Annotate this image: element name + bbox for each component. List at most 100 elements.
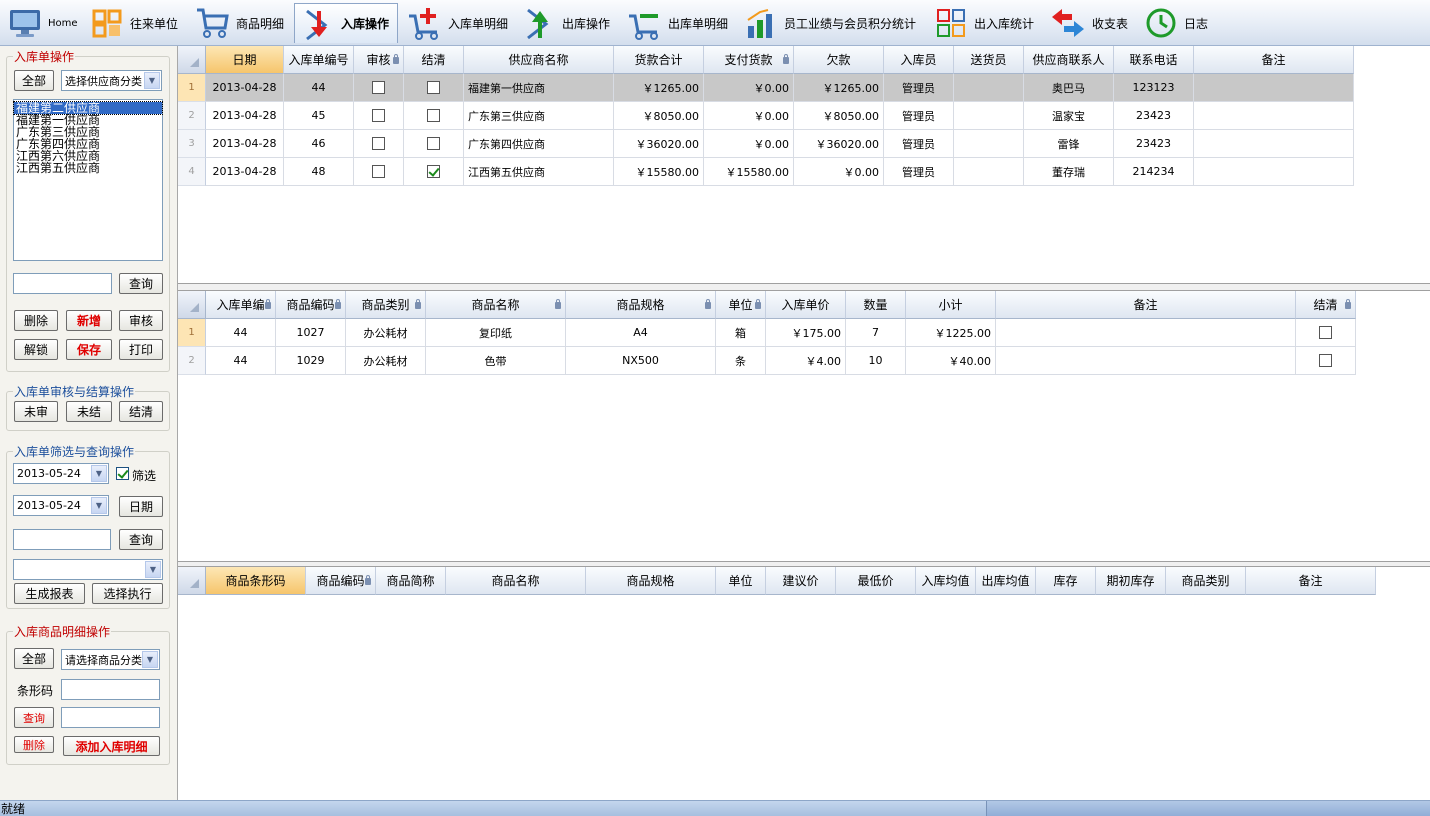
unlock-order-button[interactable]: 解锁 bbox=[14, 339, 58, 360]
cell-price[interactable]: ￥175.00 bbox=[766, 319, 846, 347]
column-header[interactable]: 库存 bbox=[1036, 567, 1096, 595]
column-header[interactable]: 入库均值 bbox=[916, 567, 976, 595]
goods-query-button[interactable]: 查询 bbox=[14, 707, 54, 728]
cell-settled[interactable] bbox=[1296, 347, 1356, 375]
column-header[interactable]: 商品名称 bbox=[426, 291, 566, 319]
toolbar-home-button[interactable]: Home bbox=[4, 3, 82, 43]
cell-audit[interactable] bbox=[354, 74, 404, 102]
row-number[interactable]: 1 bbox=[178, 74, 206, 102]
column-header[interactable]: 商品简称 bbox=[376, 567, 446, 595]
cell-owed[interactable]: ￥1265.00 bbox=[794, 74, 884, 102]
execute-selection-button[interactable]: 选择执行 bbox=[92, 583, 163, 604]
supplier-query-button[interactable]: 查询 bbox=[119, 273, 163, 294]
column-header[interactable]: 入库单编号 bbox=[284, 46, 354, 74]
column-header[interactable]: 欠款 bbox=[794, 46, 884, 74]
checkbox[interactable] bbox=[427, 81, 440, 94]
row-number[interactable]: 3 bbox=[178, 130, 206, 158]
cell-supplier[interactable]: 广东第三供应商 bbox=[464, 102, 614, 130]
cell-contact[interactable]: 董存瑞 bbox=[1024, 158, 1114, 186]
column-header[interactable]: 数量 bbox=[846, 291, 906, 319]
cell-spec[interactable]: NX500 bbox=[566, 347, 716, 375]
column-header[interactable]: 备注 bbox=[1246, 567, 1376, 595]
cell-qty[interactable]: 7 bbox=[846, 319, 906, 347]
column-header[interactable]: 供应商联系人 bbox=[1024, 46, 1114, 74]
cell-supplier[interactable]: 福建第一供应商 bbox=[464, 74, 614, 102]
cell-total[interactable]: ￥8050.00 bbox=[614, 102, 704, 130]
toolbar-goods-button[interactable]: 商品明细 bbox=[190, 3, 288, 43]
cell-clerk[interactable]: 管理员 bbox=[884, 102, 954, 130]
delete-detail-button[interactable]: 删除 bbox=[14, 736, 54, 753]
column-header[interactable]: 送货员 bbox=[954, 46, 1024, 74]
cell-note[interactable] bbox=[1194, 102, 1354, 130]
date-button[interactable]: 日期 bbox=[119, 496, 163, 517]
cell-courier[interactable] bbox=[954, 158, 1024, 186]
barcode-input[interactable] bbox=[61, 679, 160, 700]
toolbar-stock-stats-button[interactable]: 出入库统计 bbox=[930, 3, 1038, 43]
column-header[interactable]: 结清 bbox=[1296, 291, 1356, 319]
toolbar-log-button[interactable]: 日志 bbox=[1140, 3, 1212, 43]
cell-settled[interactable] bbox=[404, 74, 464, 102]
toolbar-stock-out-button[interactable]: 出库操作 bbox=[516, 3, 614, 43]
cell-goods-code[interactable]: 1027 bbox=[276, 319, 346, 347]
filter-checkbox[interactable] bbox=[116, 467, 129, 480]
supplier-list[interactable]: 福建第二供应商 福建第一供应商 广东第三供应商 广东第四供应商 江西第六供应商 江西第五供… bbox=[13, 99, 163, 261]
toolbar-finance-button[interactable]: 收支表 bbox=[1046, 3, 1132, 43]
row-number[interactable]: 4 bbox=[178, 158, 206, 186]
cell-order-no[interactable]: 44 bbox=[284, 74, 354, 102]
cell-unit[interactable]: 条 bbox=[716, 347, 766, 375]
toolbar-stock-out-detail-button[interactable]: 出库单明细 bbox=[622, 3, 732, 43]
all-suppliers-button[interactable]: 全部 bbox=[14, 70, 54, 91]
column-header[interactable]: 入库单编 bbox=[206, 291, 276, 319]
save-order-button[interactable]: 保存 bbox=[66, 339, 112, 360]
supplier-search-input[interactable] bbox=[13, 273, 112, 294]
new-order-button[interactable]: 新增 bbox=[66, 310, 112, 331]
toolbar-performance-button[interactable]: 员工业绩与会员积分统计 bbox=[740, 3, 920, 43]
cell-owed[interactable]: ￥8050.00 bbox=[794, 102, 884, 130]
cell-courier[interactable] bbox=[954, 130, 1024, 158]
cell-contact[interactable]: 奥巴马 bbox=[1024, 74, 1114, 102]
cell-clerk[interactable]: 管理员 bbox=[884, 130, 954, 158]
cell-spec[interactable]: A4 bbox=[566, 319, 716, 347]
column-header[interactable]: 商品编码 bbox=[276, 291, 346, 319]
cell-order-no[interactable]: 44 bbox=[206, 347, 276, 375]
row-number[interactable]: 1 bbox=[178, 319, 206, 347]
column-header[interactable]: 结清 bbox=[404, 46, 464, 74]
cell-total[interactable]: ￥15580.00 bbox=[614, 158, 704, 186]
cell-phone[interactable]: 23423 bbox=[1114, 102, 1194, 130]
column-header[interactable]: 货款合计 bbox=[614, 46, 704, 74]
cell-settled[interactable] bbox=[404, 102, 464, 130]
cell-settled[interactable] bbox=[404, 158, 464, 186]
cell-contact[interactable]: 温家宝 bbox=[1024, 102, 1114, 130]
checkbox[interactable] bbox=[372, 109, 385, 122]
cell-order-no[interactable]: 44 bbox=[206, 319, 276, 347]
column-header[interactable]: 小计 bbox=[906, 291, 996, 319]
cell-settled[interactable] bbox=[404, 130, 464, 158]
checked-checkbox[interactable] bbox=[427, 165, 440, 178]
cell-note[interactable] bbox=[996, 319, 1296, 347]
column-header[interactable]: 商品类别 bbox=[1166, 567, 1246, 595]
order-query-button[interactable]: 查询 bbox=[119, 529, 163, 550]
goods-category-select[interactable]: 请选择商品分类 ▼ bbox=[61, 649, 160, 670]
toolbar-stock-in-detail-button[interactable]: 入库单明细 bbox=[402, 3, 512, 43]
cell-goods-name[interactable]: 复印纸 bbox=[426, 319, 566, 347]
column-header[interactable]: 商品规格 bbox=[566, 291, 716, 319]
checkbox[interactable] bbox=[1319, 354, 1332, 367]
action-select[interactable]: ▼ bbox=[13, 559, 163, 580]
cell-note[interactable] bbox=[996, 347, 1296, 375]
cell-total[interactable]: ￥36020.00 bbox=[614, 130, 704, 158]
generate-report-button[interactable]: 生成报表 bbox=[14, 583, 85, 604]
cell-order-no[interactable]: 48 bbox=[284, 158, 354, 186]
cell-phone[interactable]: 23423 bbox=[1114, 130, 1194, 158]
cell-subtotal[interactable]: ￥40.00 bbox=[906, 347, 996, 375]
print-order-button[interactable]: 打印 bbox=[119, 339, 163, 360]
supplier-list-item[interactable]: 江西第五供应商 bbox=[14, 162, 162, 174]
cell-clerk[interactable]: 管理员 bbox=[884, 158, 954, 186]
cell-audit[interactable] bbox=[354, 158, 404, 186]
cell-category[interactable]: 办公耗材 bbox=[346, 347, 426, 375]
column-header[interactable]: 支付货款 bbox=[704, 46, 794, 74]
column-header[interactable]: 商品类别 bbox=[346, 291, 426, 319]
toolbar-partners-button[interactable]: 往来单位 bbox=[86, 3, 182, 43]
column-header[interactable]: 商品规格 bbox=[586, 567, 716, 595]
cell-phone[interactable]: 123123 bbox=[1114, 74, 1194, 102]
column-header[interactable]: 审核 bbox=[354, 46, 404, 74]
